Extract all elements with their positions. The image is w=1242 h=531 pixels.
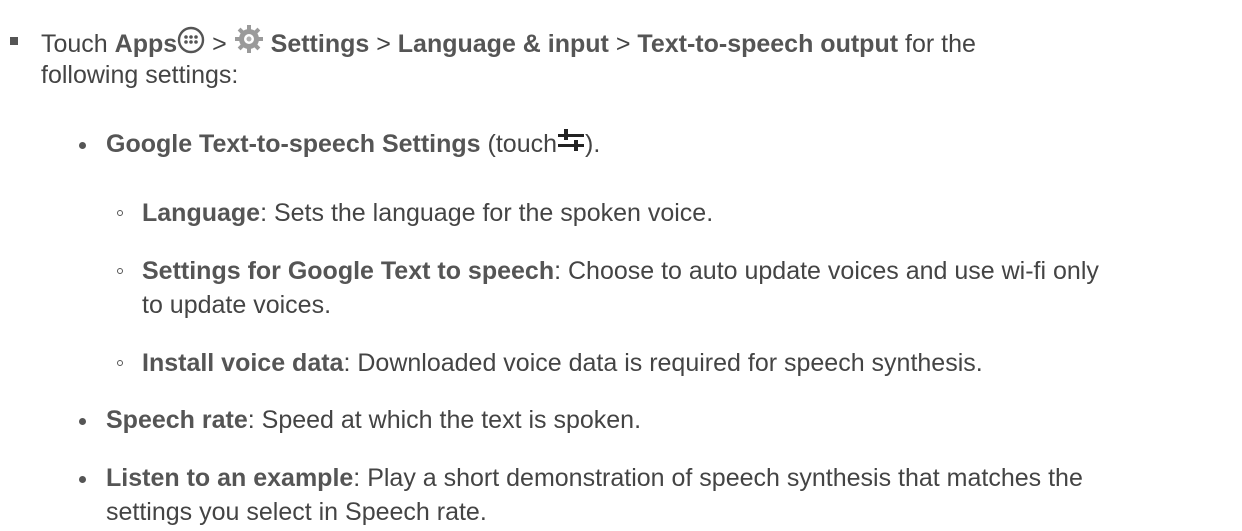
language-label: Language xyxy=(142,199,261,227)
google-settings-desc: : Choose to auto update voices and use w… xyxy=(554,257,1099,285)
google-settings-item-line-2: to update voices. xyxy=(142,288,331,322)
settings-label: Settings xyxy=(270,30,370,58)
tts-output-label: Text-to-speech output xyxy=(637,30,899,58)
sliders-icon xyxy=(557,127,585,162)
separator: > xyxy=(615,30,631,58)
google-settings-item: Settings for Google Text to speech: Choo… xyxy=(142,254,1099,288)
speech-rate-item: Speech rate: Speed at which the text is … xyxy=(106,403,641,437)
circle-bullet xyxy=(117,360,123,366)
install-voice-item: Install voice data: Downloaded voice dat… xyxy=(142,346,983,380)
install-voice-desc: : Downloaded voice data is required for … xyxy=(343,349,983,377)
intro-tail: for the xyxy=(905,30,976,58)
touch-hint: (touch xyxy=(487,130,558,158)
speech-rate-label: Speech rate xyxy=(106,406,248,434)
touch-hint-end: ). xyxy=(585,130,601,158)
google-settings-desc-2: to update voices. xyxy=(142,291,332,319)
separator: > xyxy=(212,30,227,58)
circle-bullet xyxy=(117,210,123,216)
speech-rate-desc: : Speed at which the text is spoken. xyxy=(247,406,642,434)
touch-text: Touch xyxy=(41,30,108,58)
language-input-label: Language & input xyxy=(397,30,609,58)
listen-desc: : Play a short demonstration of speech s… xyxy=(353,464,1083,492)
google-settings-label: Settings for Google Text to speech xyxy=(142,257,555,285)
install-voice-label: Install voice data xyxy=(142,349,344,377)
dot-bullet xyxy=(79,142,86,149)
dot-bullet xyxy=(79,418,86,425)
intro-line-2: following settings: xyxy=(41,58,238,92)
intro-tail-2: following settings: xyxy=(41,61,239,89)
circle-bullet xyxy=(117,268,123,274)
listen-item-line-2: settings you select in Speech rate. xyxy=(106,495,487,529)
listen-desc-2: settings you select in Speech rate. xyxy=(106,498,487,526)
separator: > xyxy=(376,30,391,58)
google-tts-label: Google Text-to-speech Settings xyxy=(106,130,481,158)
google-tts-item: Google Text-to-speech Settings (touch). xyxy=(106,127,600,162)
square-bullet xyxy=(10,37,18,45)
apps-label: Apps xyxy=(114,30,178,58)
listen-item: Listen to an example: Play a short demon… xyxy=(106,461,1083,495)
listen-label: Listen to an example xyxy=(106,464,354,492)
language-item: Language: Sets the language for the spok… xyxy=(142,196,713,230)
language-desc: : Sets the language for the spoken voice… xyxy=(260,199,714,227)
dot-bullet xyxy=(79,476,86,483)
